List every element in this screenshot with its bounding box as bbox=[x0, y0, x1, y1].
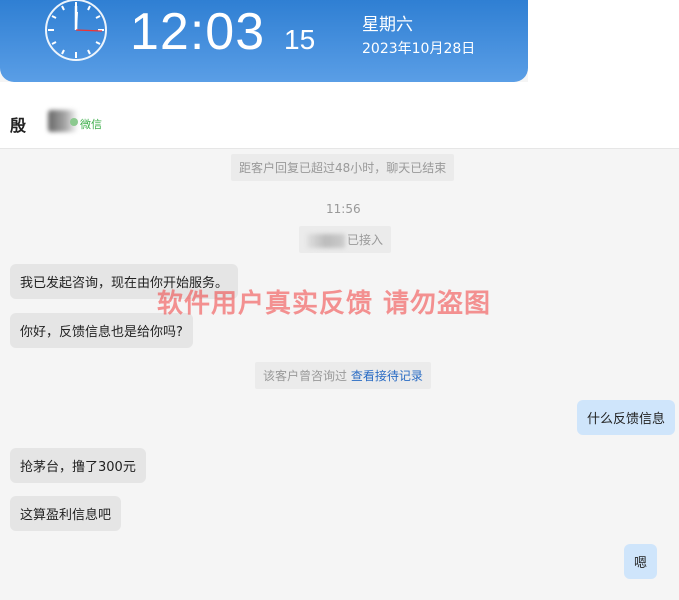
redacted-agent-name bbox=[307, 233, 345, 248]
message-bubble: 什么反馈信息 bbox=[577, 400, 676, 435]
digital-time: 12:03 bbox=[130, 3, 266, 61]
channel-label: 微信 bbox=[80, 118, 102, 131]
contact-name[interactable]: 殷 bbox=[10, 112, 26, 136]
wechat-icon bbox=[70, 118, 78, 126]
weekday-label: 星期六 bbox=[362, 15, 413, 35]
history-notice: 该客户曾咨询过 查看接待记录 bbox=[255, 362, 431, 389]
message-bubble: 你好，反馈信息也是给你吗? bbox=[10, 313, 193, 348]
analog-clock-icon bbox=[45, 0, 107, 61]
message-timestamp: 11:56 bbox=[326, 202, 361, 216]
top-right-blank bbox=[528, 0, 679, 82]
agent-joined-notice: 已接入 bbox=[299, 226, 392, 253]
view-history-link[interactable]: 查看接待记录 bbox=[351, 369, 423, 383]
date-label: 2023年10月28日 bbox=[362, 41, 476, 57]
history-note-text: 该客户曾咨询过 bbox=[263, 369, 348, 383]
message-bubble: 嗯 bbox=[624, 544, 658, 579]
message-bubble: 抢茅台，撸了300元 bbox=[10, 448, 146, 483]
joined-label: 已接入 bbox=[347, 233, 384, 247]
clock-banner: 12:03 15 星期六 2023年10月28日 bbox=[0, 0, 528, 82]
chat-ended-notice: 距客户回复已超过48小时，聊天已结束 bbox=[231, 154, 455, 181]
message-bubble: 我已发起咨询，现在由你开始服务。 bbox=[10, 264, 239, 299]
message-bubble: 这算盈利信息吧 bbox=[10, 496, 122, 531]
chat-header: 殷 微信 bbox=[0, 82, 679, 149]
digital-seconds: 15 bbox=[284, 24, 316, 55]
